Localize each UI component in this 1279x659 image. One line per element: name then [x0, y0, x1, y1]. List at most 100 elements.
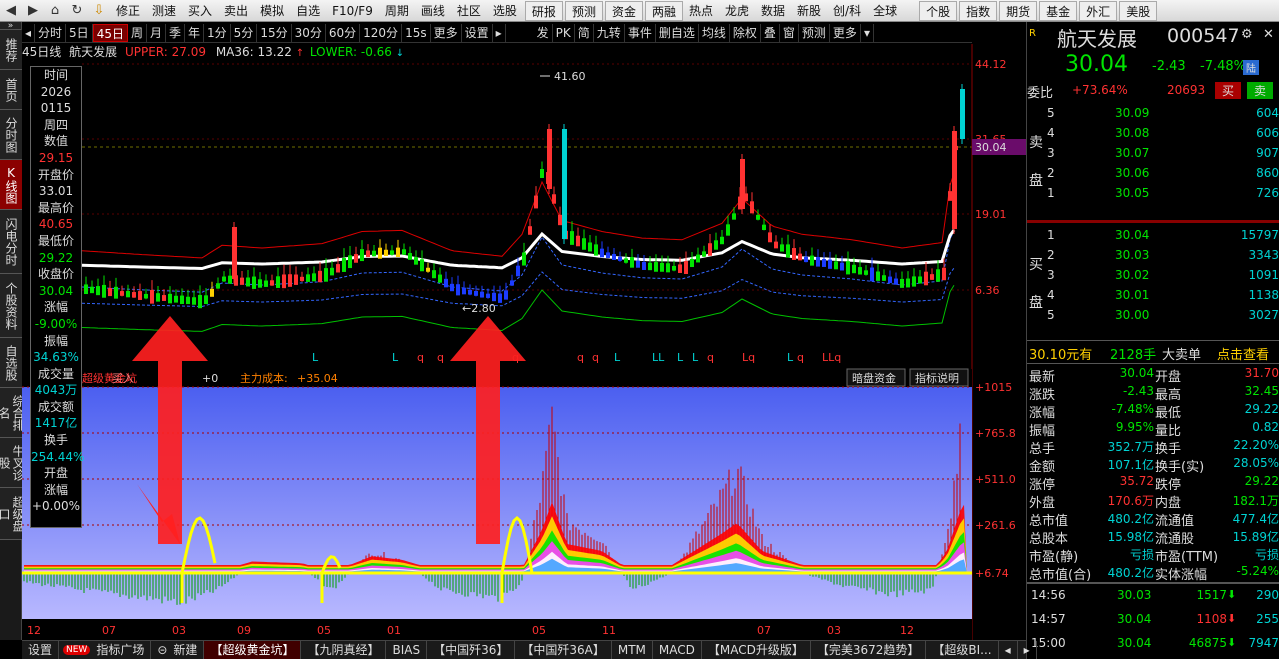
- indicator-tab-12[interactable]: 【超级BI...: [926, 641, 999, 659]
- period-item-9[interactable]: 15分: [257, 23, 292, 42]
- chart-tool-2[interactable]: 简: [575, 23, 594, 42]
- toolbar-mid-4[interactable]: 热点: [683, 1, 719, 21]
- toolbar-mid-3[interactable]: 两融: [644, 0, 683, 21]
- toolbar-right-2[interactable]: 期货: [999, 0, 1038, 21]
- toolbar-mid-0[interactable]: 研报: [524, 0, 563, 21]
- toolbar-left-9[interactable]: 社区: [451, 1, 487, 21]
- left-menu-item-4[interactable]: 闪电分时: [0, 210, 22, 274]
- toolbar-right-4[interactable]: 外汇: [1079, 0, 1118, 21]
- indicator-tab-9[interactable]: MACD: [653, 641, 702, 659]
- left-menu-item-1[interactable]: 首页: [0, 70, 22, 110]
- period-item-5[interactable]: 季: [166, 23, 186, 42]
- period-item-2[interactable]: 45日: [92, 23, 128, 42]
- indicator-tab-5[interactable]: BIAS: [386, 641, 428, 659]
- toolbar-mid-9[interactable]: 全球: [867, 1, 903, 21]
- left-menu-item-5[interactable]: 个股资料: [0, 274, 22, 338]
- settings-icon[interactable]: ⚙: [1241, 27, 1257, 42]
- toolbar-right-0[interactable]: 个股: [919, 0, 958, 21]
- period-item-4[interactable]: 月: [147, 23, 166, 42]
- period-item-10[interactable]: 30分: [292, 23, 326, 42]
- refresh-icon[interactable]: ↻: [66, 1, 88, 21]
- indicator-help-label: 指标说明: [915, 371, 959, 385]
- toolbar-left-4[interactable]: 模拟: [254, 1, 290, 21]
- expand-icon[interactable]: ▸: [493, 23, 506, 42]
- chart-tool-5[interactable]: 删自选: [656, 23, 699, 42]
- toolbar-left-5[interactable]: 自选: [290, 1, 326, 21]
- period-item-11[interactable]: 60分: [326, 23, 361, 42]
- toolbar-mid-5[interactable]: 龙虎: [719, 1, 755, 21]
- indicator-tab-11[interactable]: 【完美3672趋势】: [811, 641, 927, 659]
- period-item-0[interactable]: 分时: [35, 23, 67, 42]
- toolbar-left-8[interactable]: 画线: [415, 1, 451, 21]
- toolbar-left-10[interactable]: 选股: [487, 1, 523, 21]
- left-menu-item-2[interactable]: 分时图: [0, 110, 22, 160]
- dropdown-icon[interactable]: ▾: [861, 23, 874, 42]
- tab-scroll-left-icon[interactable]: ◂: [999, 641, 1018, 659]
- chart-tool-9[interactable]: 窗: [780, 23, 799, 42]
- toolbar-mid-7[interactable]: 新股: [791, 1, 827, 21]
- left-menu-item-0[interactable]: 推荐: [0, 30, 22, 70]
- close-icon[interactable]: ✕: [1263, 27, 1279, 42]
- bigorder-a: 30.10元有: [1029, 348, 1093, 363]
- chart-tool-8[interactable]: 叠: [761, 23, 780, 42]
- left-menu-item-3[interactable]: K线图: [0, 160, 22, 210]
- toolbar-left-7[interactable]: 周期: [379, 1, 415, 21]
- popup-value-7: 30.04: [38, 283, 74, 298]
- low-annotation: ←2.80: [462, 302, 496, 315]
- period-item-6[interactable]: 年: [185, 23, 205, 42]
- kline-chart[interactable]: 44.1231.6519.016.3630.0441.60←2.80LLqqqq…: [22, 44, 1026, 640]
- chart-tool-6[interactable]: 均线: [699, 23, 730, 42]
- collapse-left-icon[interactable]: ◂: [22, 23, 36, 42]
- toolbar-left-6[interactable]: F10/F9: [326, 1, 379, 21]
- period-item-13[interactable]: 15s: [402, 23, 431, 42]
- indicator-tab-1[interactable]: 指标广场: [90, 641, 152, 659]
- chart-tool-1[interactable]: PK: [553, 23, 575, 42]
- indicator-tab-10[interactable]: 【MACD升级版】: [702, 641, 811, 659]
- indicator-tab-6[interactable]: 【中国歼36】: [427, 641, 516, 659]
- period-item-12[interactable]: 120分: [360, 23, 403, 42]
- chart-tool-11[interactable]: 更多: [830, 23, 861, 42]
- period-item-8[interactable]: 5分: [231, 23, 258, 42]
- toolbar-left-3[interactable]: 卖出: [218, 1, 254, 21]
- left-menu-item-7[interactable]: 综合排名: [0, 388, 25, 438]
- left-menu-item-8[interactable]: 牛叉诊股: [0, 438, 25, 488]
- chart-tool-3[interactable]: 九转: [594, 23, 625, 42]
- toolbar-right-3[interactable]: 基金: [1039, 0, 1078, 21]
- toolbar-mid-1[interactable]: 预测: [564, 0, 603, 21]
- toolbar-mid-6[interactable]: 数据: [755, 1, 791, 21]
- popup-key-0: 时间: [43, 68, 68, 82]
- home-icon[interactable]: ⌂: [44, 1, 66, 21]
- period-item-15[interactable]: 设置: [462, 23, 493, 42]
- toolbar-left-2[interactable]: 买入: [182, 1, 218, 21]
- indicator-tab-0[interactable]: 设置: [22, 641, 60, 659]
- indicator-tab-4[interactable]: 【九阴真经】: [301, 641, 387, 659]
- indicator-tab-3[interactable]: 【超级黄金坑】: [204, 641, 302, 659]
- chart-tool-4[interactable]: 事件: [625, 23, 656, 42]
- indicator-tab-7[interactable]: 【中国歼36A】: [515, 641, 612, 659]
- indicator-tab-8[interactable]: MTM: [612, 641, 653, 659]
- chart-tool-7[interactable]: 除权: [730, 23, 761, 42]
- period-item-3[interactable]: 周: [128, 23, 147, 42]
- toolbar-left-1[interactable]: 测速: [146, 1, 182, 21]
- period-item-14[interactable]: 更多: [431, 23, 462, 42]
- buy-button[interactable]: 买: [1215, 82, 1241, 99]
- bigorder-d[interactable]: 点击查看: [1217, 344, 1279, 363]
- left-menu-item-9[interactable]: 超级盘口: [0, 488, 25, 540]
- download-icon[interactable]: ⇩: [88, 1, 110, 21]
- sell-button[interactable]: 卖: [1247, 82, 1273, 99]
- chart-tool-0[interactable]: 发: [534, 23, 553, 42]
- collapse-icon[interactable]: »: [0, 22, 21, 31]
- left-menu-item-6[interactable]: 自选股: [0, 338, 22, 388]
- tab-scroll-right-icon[interactable]: ▸: [1018, 641, 1037, 659]
- indicator-tab-2[interactable]: 新建: [167, 641, 205, 659]
- period-item-1[interactable]: 5日: [66, 23, 93, 42]
- toolbar-right-5[interactable]: 美股: [1119, 0, 1158, 21]
- period-item-7[interactable]: 1分: [204, 23, 231, 42]
- toolbar-mid-2[interactable]: 资金: [604, 0, 643, 21]
- chart-tool-10[interactable]: 预测: [799, 23, 830, 42]
- toolbar-right-1[interactable]: 指数: [959, 0, 998, 21]
- forward-icon[interactable]: ▶: [22, 1, 44, 21]
- back-icon[interactable]: ◀: [0, 1, 22, 21]
- toolbar-mid-8[interactable]: 创/科: [827, 1, 867, 21]
- toolbar-left-0[interactable]: 修正: [110, 1, 146, 21]
